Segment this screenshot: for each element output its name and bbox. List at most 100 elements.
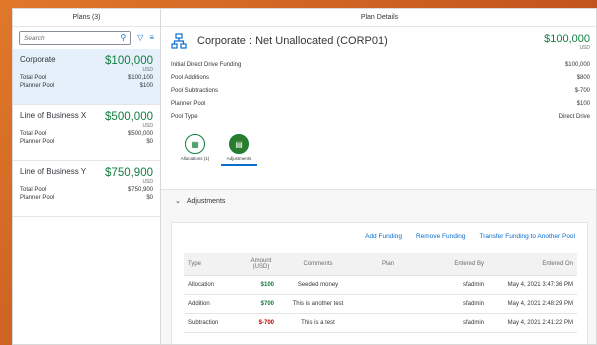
attribute-label: Initial Direct Drive Funding — [171, 62, 242, 68]
cell-entered-on: May 4, 2021 2:41:22 PM — [488, 313, 577, 333]
search-placeholder: Search — [24, 34, 45, 42]
tab-allocations[interactable]: ▦ Allocations (1) — [177, 134, 213, 166]
column-header: Entered On — [488, 253, 577, 276]
attribute-label: Pool Subtractions — [171, 88, 219, 94]
header-amount: $100,000 — [544, 33, 590, 45]
header-currency: USD — [579, 45, 590, 51]
plans-header: Plans (3) — [13, 9, 160, 27]
adjustments-icon: ▤ — [229, 134, 249, 154]
plan-item-corporate[interactable]: Corporate $100,000 USD Total Pool $100,10… — [13, 49, 160, 105]
remove-funding-button[interactable]: Remove Funding — [416, 233, 466, 247]
plan-row-value: $0 — [146, 195, 153, 201]
attribute-row: Pool Type Direct Drive — [171, 111, 590, 124]
table-row[interactable]: Allocation $100 Seeded money sfadmin May… — [184, 275, 577, 295]
transfer-funding-button[interactable]: Transfer Funding to Another Pool — [479, 233, 575, 247]
adjustments-panel: Add Funding Remove Funding Transfer Fund… — [171, 222, 588, 344]
add-funding-button[interactable]: Add Funding — [365, 233, 402, 247]
search-bar: Search ⚲ ▽ ≡ — [13, 27, 160, 49]
cell-entered-by: sfadmin — [418, 294, 488, 314]
plan-row-value: $500,000 — [127, 131, 153, 137]
plan-currency: USD — [142, 67, 153, 73]
column-header: Amount (USD) — [244, 253, 278, 276]
attribute-value: $100 — [576, 101, 590, 107]
section-header[interactable]: ⌄ Adjustments — [161, 190, 596, 212]
search-input[interactable]: Search ⚲ — [19, 31, 132, 45]
plan-amount: $100,000 — [105, 55, 153, 67]
cell-type: Allocation — [184, 275, 244, 295]
plan-details-header: Plan Details — [161, 9, 596, 27]
attribute-label: Pool Type — [171, 114, 198, 120]
plan-row-value: $0 — [146, 139, 153, 145]
table-row[interactable]: Addition $700 This is another test sfadm… — [184, 294, 577, 314]
cell-entered-by: sfadmin — [418, 313, 488, 333]
tab-label: Allocations (1) — [180, 156, 210, 161]
attribute-value: $-700 — [574, 88, 590, 94]
plans-panel: Plans (3) Search ⚲ ▽ ≡ Corporate $100,00… — [13, 9, 161, 344]
cell-amount: $100 — [244, 275, 278, 295]
cell-amount: $-700 — [244, 313, 278, 333]
search-icon[interactable]: ⚲ — [120, 34, 126, 42]
page-title: Corporate : Net Unallocated (CORP01) — [197, 35, 388, 47]
plan-row-value: $100,100 — [127, 75, 153, 81]
attribute-label: Pool Additions — [171, 75, 210, 81]
plan-row-label: Total Pool — [20, 75, 47, 81]
allocations-icon: ▦ — [185, 134, 205, 154]
attribute-label: Planner Pool — [171, 101, 206, 107]
cell-comments: This is a test — [278, 313, 358, 333]
plan-row-label: Total Pool — [20, 131, 47, 137]
chevron-down-icon[interactable]: ⌄ — [175, 197, 181, 205]
column-header: Plan — [358, 253, 418, 276]
plan-item-lob-y[interactable]: Line of Business Y $750,900 USD Total Po… — [13, 161, 160, 217]
plan-amount: $500,000 — [105, 111, 153, 123]
app-window: Plans (3) Search ⚲ ▽ ≡ Corporate $100,00… — [12, 8, 597, 345]
section-title: Adjustments — [186, 197, 226, 205]
plan-row-value: $750,900 — [127, 187, 153, 193]
plan-name: Line of Business Y — [20, 167, 87, 176]
cell-plan — [358, 275, 418, 295]
cell-entered-on: May 4, 2021 3:47:36 PM — [488, 275, 577, 295]
plan-name: Line of Business X — [20, 111, 87, 120]
attribute-value: Direct Drive — [558, 114, 590, 120]
plan-row-value: $100 — [139, 83, 153, 89]
attribute-row: Pool Additions $800 — [171, 72, 590, 85]
object-header: Corporate : Net Unallocated (CORP01) $10… — [161, 27, 596, 190]
plan-row-label: Planner Pool — [20, 195, 55, 201]
attribute-row: Initial Direct Drive Funding $100,000 — [171, 59, 590, 72]
cell-comments: Seeded money — [278, 275, 358, 295]
cell-entered-on: May 4, 2021 2:48:29 PM — [488, 294, 577, 314]
settings-icon[interactable]: ≡ — [149, 34, 154, 42]
plan-row-label: Planner Pool — [20, 139, 55, 145]
adjustments-table: Type Amount (USD) Comments Plan Entered … — [184, 253, 577, 333]
attribute-value: $100,000 — [564, 62, 590, 68]
cell-plan — [358, 313, 418, 333]
attribute-value: $800 — [576, 75, 590, 81]
attribute-row: Planner Pool $100 — [171, 98, 590, 111]
plan-row-label: Total Pool — [20, 187, 47, 193]
cell-comments: This is another test — [278, 294, 358, 314]
cell-plan — [358, 294, 418, 314]
table-toolbar: Add Funding Remove Funding Transfer Fund… — [172, 223, 587, 247]
cell-type: Subtraction — [184, 313, 244, 333]
table-header-row: Type Amount (USD) Comments Plan Entered … — [184, 253, 577, 276]
plan-item-lob-x[interactable]: Line of Business X $500,000 USD Total Po… — [13, 105, 160, 161]
plan-currency: USD — [142, 123, 153, 129]
plan-name: Corporate — [20, 55, 56, 64]
tab-label: Adjustments — [226, 156, 252, 161]
column-header: Type — [184, 253, 244, 276]
plan-row-label: Planner Pool — [20, 83, 55, 89]
table-row[interactable]: Subtraction $-700 This is a test sfadmin… — [184, 313, 577, 333]
filter-icon[interactable]: ▽ — [137, 34, 143, 42]
column-header: Comments — [278, 253, 358, 276]
plan-details-panel: Plan Details Corporate : Net Unallocated… — [161, 9, 596, 344]
plan-amount: $750,900 — [105, 167, 153, 179]
column-header: Entered By — [418, 253, 488, 276]
org-chart-icon — [171, 33, 187, 49]
icon-tab-bar: ▦ Allocations (1) ▤ Adjustments — [177, 134, 590, 166]
attribute-row: Pool Subtractions $-700 — [171, 85, 590, 98]
tab-adjustments[interactable]: ▤ Adjustments — [221, 134, 257, 166]
attributes-list: Initial Direct Drive Funding $100,000 Poo… — [171, 59, 590, 124]
cell-entered-by: sfadmin — [418, 275, 488, 295]
cell-amount: $700 — [244, 294, 278, 314]
cell-type: Addition — [184, 294, 244, 314]
plan-currency: USD — [142, 179, 153, 185]
